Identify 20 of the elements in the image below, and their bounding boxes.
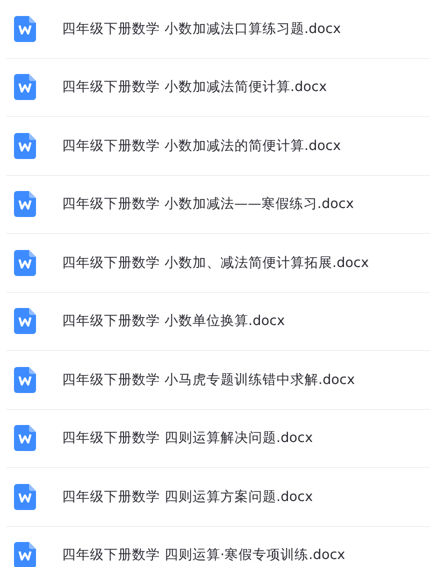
word-document-icon (14, 542, 36, 567)
word-document-icon (14, 484, 36, 510)
file-name[interactable]: 四年级下册数学 四则运算解决问题.docx (62, 429, 313, 448)
word-document-icon (14, 74, 36, 100)
file-name[interactable]: 四年级下册数学 四则运算方案问题.docx (62, 488, 313, 506)
word-document-icon (14, 132, 36, 159)
word-document-icon (14, 308, 36, 334)
word-document-icon (14, 191, 36, 218)
file-name[interactable]: 四年级下册数学 小数加减法——寒假练习.docx (62, 195, 354, 214)
word-document-icon (14, 250, 36, 276)
file-name[interactable]: 四年级下册数学 小数加减法简便计算.docx (62, 78, 327, 96)
word-document-icon (14, 16, 36, 42)
file-name[interactable]: 四年级下册数学 四则运算·寒假专项训练.docx (62, 546, 346, 564)
file-name[interactable]: 四年级下册数学 小数加、减法简便计算拓展.docx (62, 254, 369, 272)
word-document-icon (14, 366, 36, 393)
file-name[interactable]: 四年级下册数学 小数加减法口算练习题.docx (62, 20, 341, 38)
word-document-icon (14, 425, 36, 452)
file-name[interactable]: 四年级下册数学 小数加减法的简便计算.docx (62, 136, 341, 155)
file-name[interactable]: 四年级下册数学 小马虎专题训练错中求解.docx (62, 370, 355, 389)
file-name[interactable]: 四年级下册数学 小数单位换算.docx (62, 312, 285, 330)
